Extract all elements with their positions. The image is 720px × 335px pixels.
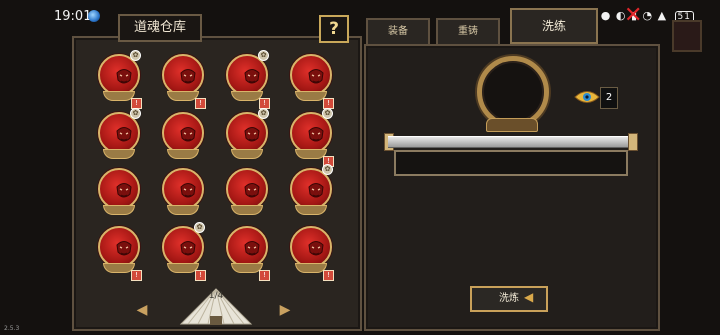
soul-star-icon: ✿ — [258, 108, 269, 119]
soul-star-icon: ✿ — [130, 50, 141, 61]
soul-orb — [226, 168, 268, 210]
soul-slot[interactable] — [158, 112, 204, 166]
soul-face-icon — [180, 241, 196, 256]
soul-face-icon — [180, 69, 196, 84]
soul-face-icon — [244, 241, 260, 256]
socket-base — [486, 118, 538, 132]
soul-face-icon — [180, 127, 196, 142]
soul-orb — [162, 112, 204, 154]
soul-slot[interactable]: ! — [286, 226, 334, 281]
soul-stand — [103, 149, 135, 159]
soul-stand — [295, 205, 327, 215]
soul-orb — [290, 226, 332, 268]
tab-equipment[interactable]: 装备 — [366, 18, 430, 46]
prev-page-button[interactable]: ◀ — [135, 303, 149, 317]
soul-slot[interactable]: ! ✿ — [286, 108, 334, 167]
soul-slot[interactable]: ! ✿ — [158, 222, 206, 281]
soul-slot[interactable] — [158, 168, 204, 222]
soul-badge: ! — [259, 270, 270, 281]
soul-slot[interactable]: ! — [94, 226, 142, 281]
soul-slot[interactable]: ! — [158, 54, 206, 109]
soul-slot[interactable] — [222, 168, 268, 222]
soul-slot[interactable] — [94, 168, 140, 222]
wash-arrow-right-icon: ◀ — [524, 290, 534, 304]
soul-orb — [162, 54, 204, 96]
soul-face-icon — [116, 69, 132, 84]
soul-badge: ! — [323, 270, 334, 281]
side-chip-icon[interactable] — [672, 20, 702, 52]
soul-badge: ! — [131, 270, 142, 281]
soul-face-icon — [244, 127, 260, 142]
scroll-cap-right — [628, 133, 638, 151]
soul-face-icon — [308, 127, 324, 142]
close-icon[interactable]: ✕ — [624, 3, 642, 28]
soul-orb — [290, 54, 332, 96]
soul-slot[interactable]: ! ✿ — [94, 50, 142, 109]
next-page-button[interactable]: ▶ — [278, 303, 292, 317]
soul-face-icon — [244, 69, 260, 84]
spirit-orb-icon — [88, 10, 100, 22]
soul-badge: ! — [195, 98, 206, 109]
status-time: 19:01 — [54, 9, 92, 24]
help-button[interactable]: ? — [319, 15, 349, 43]
attribute-box — [394, 150, 628, 176]
soul-stand — [231, 205, 263, 215]
version-label: 2.5.3 — [4, 325, 20, 332]
soul-face-icon — [116, 241, 132, 256]
soul-slot[interactable]: ! ✿ — [222, 50, 270, 109]
soul-slot[interactable]: ✿ — [94, 108, 141, 166]
soul-slot[interactable]: ! — [222, 226, 270, 281]
soul-orb — [162, 168, 204, 210]
soul-face-icon — [308, 69, 324, 84]
scroll-bar — [388, 136, 632, 148]
wash-button[interactable]: 洗炼 — [470, 286, 548, 312]
soul-stand — [167, 205, 199, 215]
soul-star-icon: ✿ — [322, 164, 333, 175]
panel-title: 道魂仓库 — [118, 14, 202, 42]
soul-star-icon: ✿ — [322, 108, 333, 119]
tab-wash[interactable]: 洗练 — [510, 8, 598, 44]
soul-face-icon — [116, 127, 132, 142]
soul-star-icon: ✿ — [194, 222, 205, 233]
soul-face-icon — [308, 241, 324, 256]
soul-face-icon — [308, 183, 324, 198]
page-indicator: 1/4 — [176, 286, 256, 326]
soul-face-icon — [244, 183, 260, 198]
soul-face-icon — [116, 183, 132, 198]
soul-stand — [103, 205, 135, 215]
soul-stand — [167, 149, 199, 159]
page-number: 1/4 — [208, 291, 224, 301]
tab-recast[interactable]: 重铸 — [436, 18, 500, 46]
soul-star-icon: ✿ — [130, 108, 141, 119]
soul-face-icon — [180, 183, 196, 198]
soul-star-icon: ✿ — [258, 50, 269, 61]
soul-stand — [231, 149, 263, 159]
soul-slot[interactable]: ✿ — [222, 108, 269, 166]
soul-orb — [98, 168, 140, 210]
soul-badge: ! — [195, 270, 206, 281]
soul-orb — [226, 226, 268, 268]
material-count: 2 — [600, 87, 618, 109]
soul-slot[interactable]: ✿ — [286, 164, 333, 222]
soul-slot[interactable]: ! — [286, 54, 334, 109]
material-eye-icon — [574, 91, 600, 103]
soul-orb — [98, 226, 140, 268]
